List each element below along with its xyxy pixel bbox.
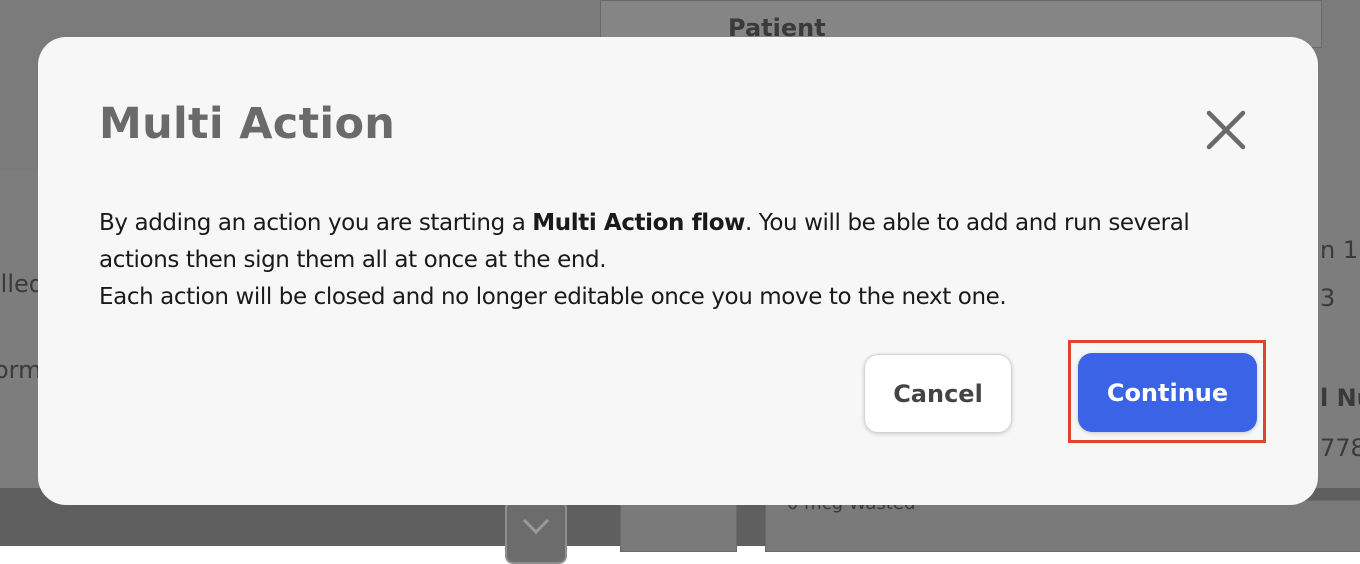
multi-action-dialog: Multi Action By adding an action you are… (38, 37, 1318, 505)
message-bold-term: Multi Action flow (532, 210, 745, 236)
close-icon (1206, 110, 1246, 150)
dialog-message-paragraph-2: Each action will be closed and no longer… (99, 284, 1007, 310)
dialog-message: By adding an action you are starting a M… (99, 205, 1269, 316)
continue-button[interactable]: Continue (1078, 353, 1257, 432)
message-text-part-1: By adding an action you are starting a (99, 210, 533, 236)
dialog-message-paragraph-1: By adding an action you are starting a M… (99, 205, 1269, 279)
dialog-title: Multi Action (99, 99, 396, 149)
close-button[interactable] (1201, 105, 1251, 155)
cancel-button[interactable]: Cancel (864, 354, 1012, 433)
